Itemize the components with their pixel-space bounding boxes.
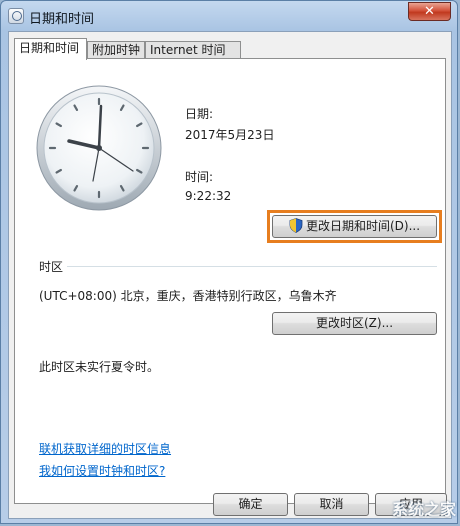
tab-panel: 日期: 2017年5月23日 时间: 9:22:32 更改日期和时间(D)...…	[14, 58, 446, 504]
analog-clock-icon	[36, 85, 162, 211]
uac-shield-icon	[289, 218, 303, 233]
timezone-value: (UTC+08:00) 北京，重庆，香港特别行政区，乌鲁木齐	[39, 289, 337, 303]
date-label: 日期:	[185, 107, 214, 121]
online-timezone-info-link[interactable]: 联机获取详细的时区信息	[39, 440, 171, 457]
date-value: 2017年5月23日	[185, 128, 275, 142]
timezone-divider	[67, 266, 437, 267]
time-value: 9:22:32	[185, 189, 232, 203]
window-title: 日期和时间	[29, 12, 95, 27]
change-date-time-label: 更改日期和时间(D)...	[305, 219, 421, 233]
tab-additional-clocks[interactable]: 附加时钟	[87, 41, 145, 59]
title-bar[interactable]: 日期和时间 ✕	[1, 1, 457, 31]
tab-internet-time[interactable]: Internet 时间	[145, 41, 241, 59]
watermark-logo: 系统之家	[391, 500, 456, 519]
close-button[interactable]: ✕	[408, 2, 451, 21]
dialog-window: 日期和时间 ✕ 日期和时间 附加时钟 Internet 时间 日期: 2017年…	[0, 0, 458, 524]
change-date-time-button[interactable]: 更改日期和时间(D)...	[272, 215, 437, 238]
tab-date-time[interactable]: 日期和时间	[14, 38, 87, 60]
time-label: 时间:	[185, 170, 214, 184]
timezone-heading: 时区	[39, 260, 64, 274]
dialog-client-area: 日期和时间 附加时钟 Internet 时间 日期: 2017年5月23日 时间…	[8, 31, 452, 519]
how-to-set-clock-link[interactable]: 我如何设置时钟和时区?	[39, 462, 165, 479]
cancel-button[interactable]: 取消	[294, 493, 369, 516]
dst-note: 此时区未实行夏令时。	[39, 360, 160, 374]
ok-button[interactable]: 确定	[213, 493, 288, 516]
clock-app-icon	[8, 8, 24, 24]
change-timezone-button[interactable]: 更改时区(Z)...	[272, 312, 437, 335]
